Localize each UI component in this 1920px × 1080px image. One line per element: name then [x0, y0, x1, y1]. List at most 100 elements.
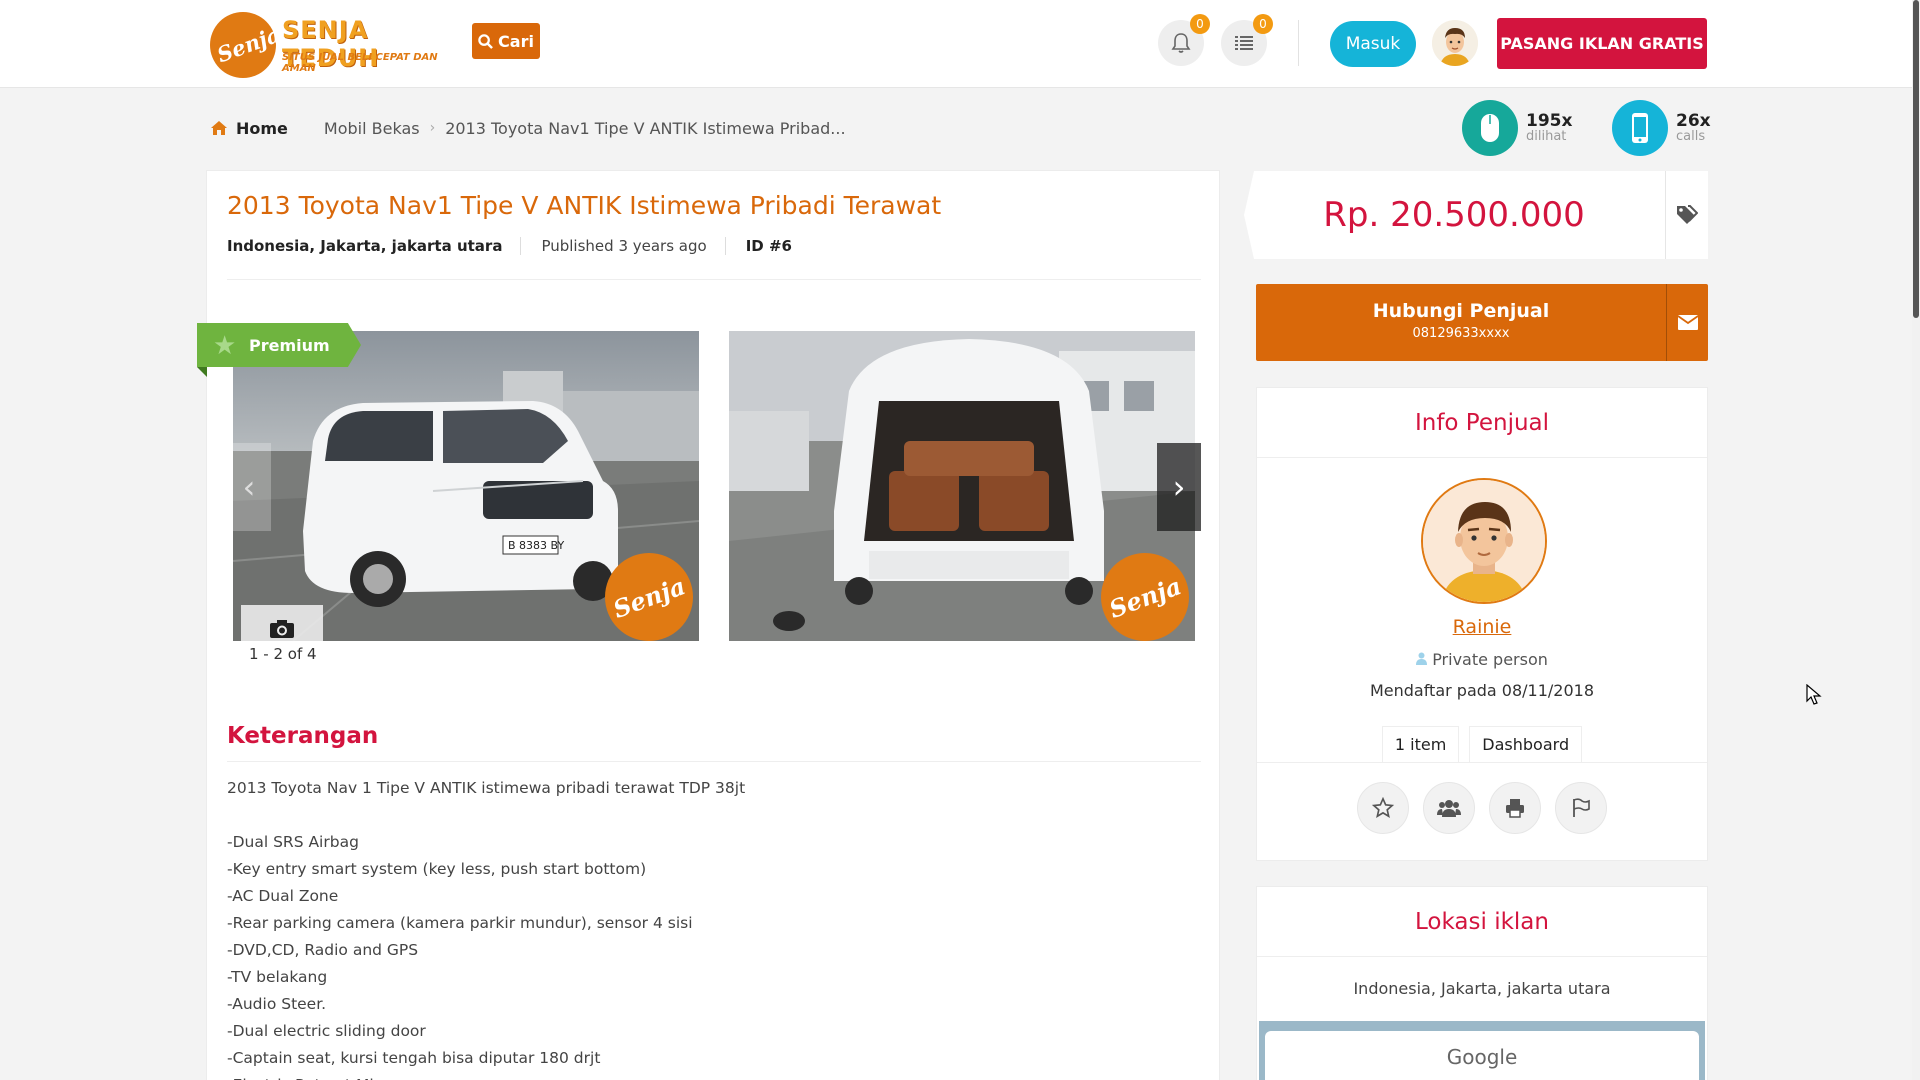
svg-text:B 8383 BY: B 8383 BY — [508, 539, 564, 552]
email-seller-button[interactable] — [1666, 284, 1708, 361]
report-button[interactable] — [1555, 782, 1607, 834]
description-line: -AC Dual Zone — [227, 887, 339, 905]
seller-avatar[interactable] — [1421, 478, 1547, 604]
seller-info-title: Info Penjual — [1257, 388, 1707, 458]
contact-seller-title: Hubungi Penjual — [1372, 300, 1550, 322]
views-stat: 195x dilihat — [1462, 100, 1572, 156]
user-icon — [1416, 652, 1428, 665]
breadcrumb: Home Mobil Bekas › 2013 Toyota Nav1 Tipe… — [210, 116, 846, 140]
header-divider — [1298, 20, 1299, 66]
star-outline-icon — [1372, 797, 1394, 818]
breadcrumb-home-label: Home — [236, 118, 288, 138]
premium-badge-label: Premium — [249, 335, 330, 355]
watermark-logo-text: Senja — [1105, 570, 1185, 624]
description-line: -Captain seat, kursi tengah bisa diputar… — [227, 1049, 601, 1067]
login-button[interactable]: Masuk — [1330, 21, 1416, 67]
google-logo: Google — [1446, 1045, 1518, 1069]
gallery-prev-button[interactable]: ‹ — [227, 443, 271, 531]
favorite-button[interactable] — [1357, 782, 1409, 834]
listing-title: 2013 Toyota Nav1 Tipe V ANTIK Istimewa P… — [227, 191, 942, 220]
calls-stat: 26x calls — [1612, 100, 1711, 156]
ad-location-title: Lokasi iklan — [1257, 887, 1707, 957]
listing-location: Indonesia, Jakarta, jakarta utara — [227, 237, 522, 255]
listing-photo-1[interactable]: B 8383 BY Senja — [233, 331, 699, 641]
divider — [1257, 762, 1707, 763]
map-dialog: Google — [1265, 1031, 1699, 1080]
avatar-icon — [1432, 20, 1478, 66]
listing-card: 2013 Toyota Nav1 Tipe V ANTIK Istimewa P… — [197, 170, 1220, 1080]
tags-icon — [1677, 205, 1698, 224]
breadcrumb-current: 2013 Toyota Nav1 Tipe V ANTIK Istimewa P… — [445, 118, 846, 138]
price-tag-button[interactable] — [1665, 171, 1708, 259]
divider — [227, 761, 1201, 762]
breadcrumb-home[interactable]: Home — [210, 119, 288, 138]
star-icon: ★ — [213, 331, 237, 361]
description-line: -Dual SRS Airbag — [227, 833, 359, 851]
avatar-icon — [1423, 480, 1545, 602]
bell-icon — [1171, 33, 1191, 53]
breadcrumb-category[interactable]: Mobil Bekas — [324, 119, 420, 138]
listing-meta: Indonesia, Jakarta, jakarta utara Publis… — [227, 237, 830, 255]
logo-tagline: SITUS JUAL BELI CEPAT DAN AMAN — [282, 52, 438, 74]
users-icon — [1437, 800, 1461, 817]
description-line: -DVD,CD, Radio and GPS — [227, 941, 419, 959]
divider — [227, 279, 1201, 280]
seller-tabs: 1 item Dashboard — [1257, 726, 1707, 762]
tab-dashboard[interactable]: Dashboard — [1469, 726, 1583, 762]
views-label: dilihat — [1526, 129, 1567, 144]
home-icon — [211, 121, 227, 135]
post-ad-button[interactable]: PASANG IKLAN GRATIS — [1497, 18, 1707, 69]
mouse-icon — [1462, 100, 1518, 156]
premium-badge: ★ Premium — [197, 323, 361, 367]
ad-location-card: Lokasi iklan Indonesia, Jakarta, jakarta… — [1256, 886, 1708, 1080]
list-icon — [1235, 36, 1253, 50]
gallery-photos-button[interactable] — [241, 605, 323, 641]
calls-label: calls — [1676, 129, 1706, 144]
description-line: -Key entry smart system (key less, push … — [227, 860, 647, 878]
listing-photo-2[interactable]: Senja — [729, 331, 1195, 641]
description-line: -Rear parking camera (kamera parkir mund… — [227, 914, 693, 932]
description-title: Keterangan — [227, 723, 379, 749]
chevron-right-icon: › — [1172, 468, 1186, 506]
watermark-logo-text: Senja — [609, 570, 689, 624]
photo-count: 1 - 2 of 4 — [249, 645, 317, 663]
notifications-button[interactable]: 0 — [1158, 14, 1210, 66]
contact-seller-button[interactable]: Hubungi Penjual 08129633xxxx — [1256, 284, 1708, 361]
seller-registered-date: Mendaftar pada 08/11/2018 — [1369, 681, 1595, 700]
seller-name-link[interactable]: Rainie — [1257, 616, 1707, 638]
seller-actions — [1257, 782, 1707, 834]
location-map[interactable]: Google — [1259, 1021, 1705, 1080]
list-button[interactable]: 0 — [1221, 14, 1273, 66]
description-line: -Electric Retract Mirror — [227, 1072, 745, 1080]
premium-badge-fold — [197, 367, 207, 377]
seller-type: Private person — [1257, 650, 1707, 669]
description-line: -Dual electric sliding door — [227, 1022, 426, 1040]
description-line — [227, 802, 745, 829]
ad-location-text: Indonesia, Jakarta, jakarta utara — [1353, 979, 1611, 998]
tab-items[interactable]: 1 item — [1381, 726, 1460, 762]
mouse-cursor-icon — [1806, 683, 1822, 710]
description-line: -TV belakang — [227, 968, 328, 986]
gallery-next-button[interactable]: › — [1157, 443, 1201, 531]
scrollbar-thumb[interactable] — [1913, 0, 1919, 318]
search-button[interactable]: Cari — [472, 23, 540, 59]
description-line: -Audio Steer. — [227, 995, 327, 1013]
site-logo[interactable]: Senja SENJA TEDUH SITUS JUAL BELI CEPAT … — [210, 10, 446, 78]
print-button[interactable] — [1489, 782, 1541, 834]
seller-type-label: Private person — [1432, 650, 1548, 669]
follow-button[interactable] — [1423, 782, 1475, 834]
notifications-count-badge: 0 — [1190, 14, 1210, 34]
watermark-logo: Senja — [605, 553, 693, 641]
breadcrumb-chevron-icon: › — [429, 120, 436, 136]
watermark-logo: Senja — [1101, 553, 1189, 641]
search-icon — [478, 33, 493, 49]
envelope-icon — [1677, 315, 1698, 330]
camera-icon — [270, 620, 294, 638]
top-header: Senja SENJA TEDUH SITUS JUAL BELI CEPAT … — [0, 0, 1920, 88]
user-avatar[interactable] — [1432, 20, 1478, 66]
calls-count: 26x — [1676, 111, 1711, 131]
list-count-badge: 0 — [1253, 14, 1273, 34]
logo-mark: Senja — [210, 12, 283, 78]
logo-mark-text: Senja — [213, 21, 284, 68]
description-text: 2013 Toyota Nav 1 Tipe V ANTIK istimewa … — [227, 775, 745, 1080]
